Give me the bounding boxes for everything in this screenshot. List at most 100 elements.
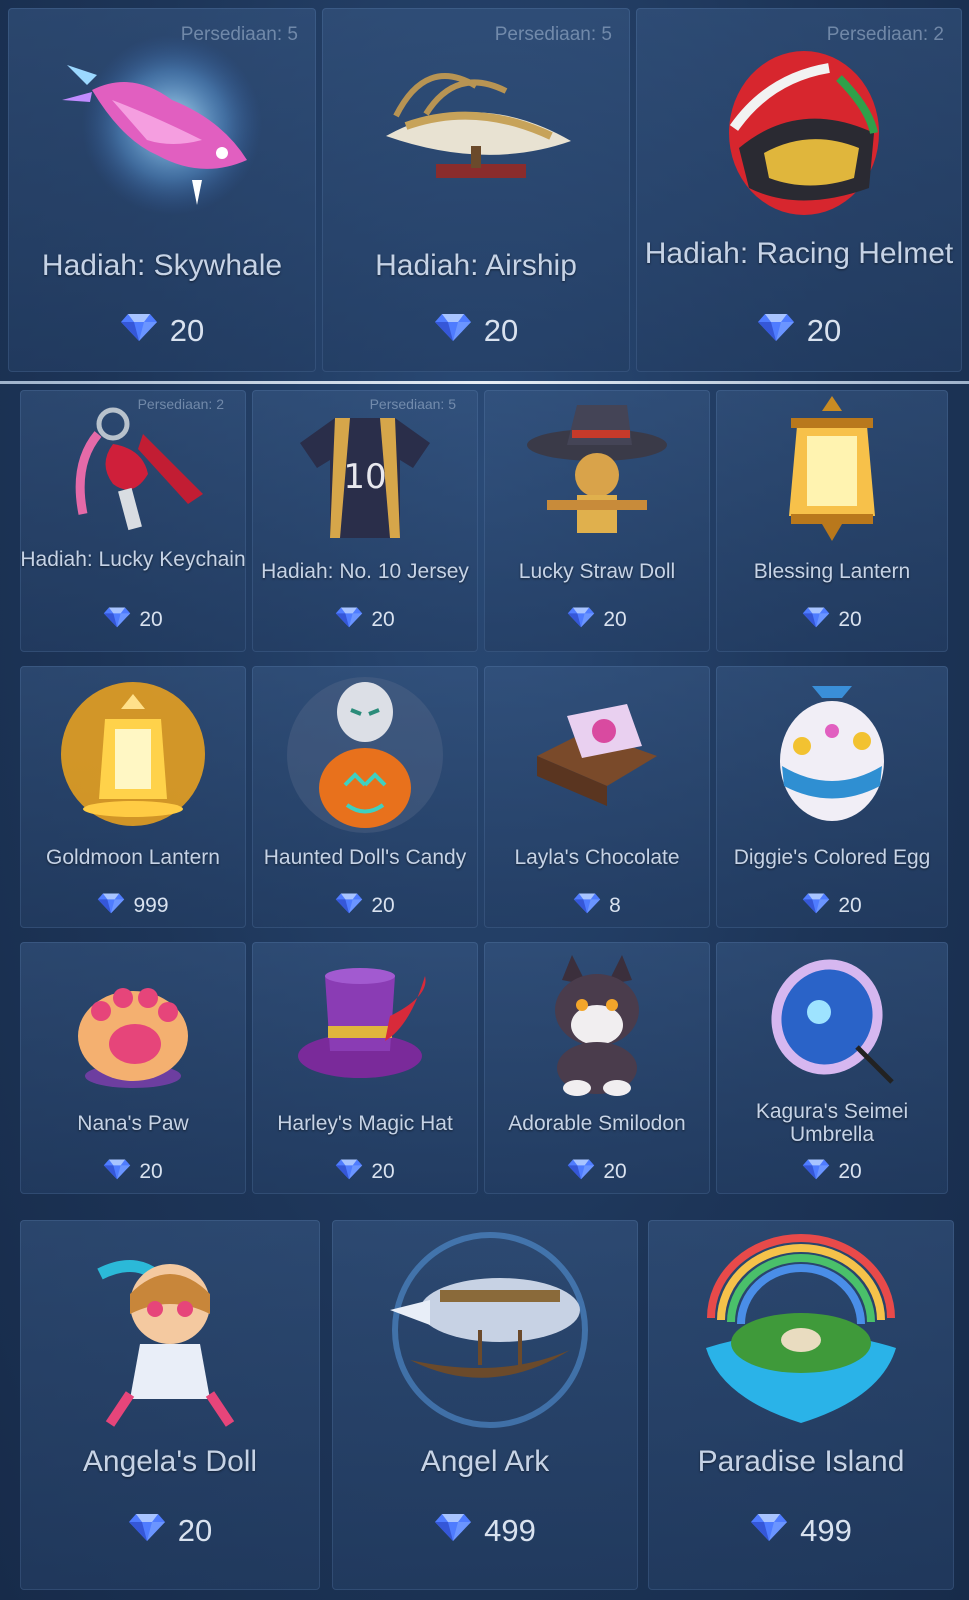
racing-helmet-icon — [709, 38, 889, 228]
gift-card-lucky-straw-doll[interactable]: Lucky Straw Doll 20 — [484, 390, 710, 652]
gift-card-goldmoon-lantern[interactable]: Goldmoon Lantern 999 — [20, 666, 246, 928]
gift-name: Diggie's Colored Egg — [733, 846, 931, 869]
diamond-icon — [434, 1512, 472, 1550]
gift-name: Hadiah: Racing Helmet — [644, 237, 954, 270]
gift-name: Angel Ark — [420, 1445, 550, 1478]
pumpkin-icon — [285, 670, 445, 840]
straw-doll-icon — [517, 400, 677, 550]
price-value: 20 — [603, 1160, 627, 1183]
gift-price[interactable]: 20 — [322, 312, 630, 350]
gift-price[interactable]: 20 — [252, 1158, 478, 1186]
gift-card-lucky-keychain[interactable]: Persediaan: 2 Hadiah: Lucky Keychain 20 — [20, 390, 246, 652]
gift-price[interactable]: 499 — [648, 1512, 954, 1550]
chocolate-icon — [527, 696, 667, 816]
diamond-icon — [757, 312, 795, 350]
gold-lantern-icon — [53, 674, 213, 834]
gift-price[interactable]: 20 — [20, 1512, 320, 1550]
price-value: 999 — [133, 894, 169, 917]
keychain-icon — [53, 404, 213, 544]
gift-name: Layla's Chocolate — [514, 846, 680, 869]
gift-card-harleys-magic-hat[interactable]: Harley's Magic Hat 20 — [252, 942, 478, 1194]
gift-price[interactable]: 20 — [484, 1158, 710, 1186]
diamond-icon — [103, 606, 131, 634]
gift-price[interactable]: 20 — [252, 606, 478, 634]
gift-price[interactable]: 20 — [8, 312, 316, 350]
gift-price[interactable]: 20 — [20, 1158, 246, 1186]
gift-name: Hadiah: No. 10 Jersey — [261, 560, 469, 583]
umbrella-icon — [757, 952, 907, 1092]
shop-screen: Persediaan: 5 Hadiah: Skywhale 20 Persed… — [0, 0, 969, 1600]
gift-price[interactable]: 20 — [636, 312, 962, 350]
gift-price[interactable]: 20 — [20, 606, 246, 634]
gift-price[interactable]: 20 — [716, 606, 948, 634]
gift-card-diggies-colored-egg[interactable]: Diggie's Colored Egg 20 — [716, 666, 948, 928]
skywhale-icon — [52, 30, 272, 220]
diamond-icon — [335, 892, 363, 920]
price-value: 20 — [139, 1160, 163, 1183]
gift-card-angelas-doll[interactable]: Angela's Doll 20 — [20, 1220, 320, 1590]
gift-name: Nana's Paw — [77, 1112, 189, 1135]
price-value: 20 — [371, 894, 395, 917]
diamond-icon — [335, 1158, 363, 1186]
gift-price[interactable]: 999 — [20, 892, 246, 920]
premium-gifts-section: Angela's Doll 20 Angel Ark 499 Paradise … — [0, 1204, 969, 1600]
lantern-icon — [777, 396, 887, 546]
gift-card-airship[interactable]: Persediaan: 5 Hadiah: Airship 20 — [322, 8, 630, 372]
gift-card-paradise-island[interactable]: Paradise Island 499 — [648, 1220, 954, 1590]
diamond-icon — [567, 606, 595, 634]
gift-card-skywhale[interactable]: Persediaan: 5 Hadiah: Skywhale 20 — [8, 8, 316, 372]
svg-text:10: 10 — [343, 457, 386, 497]
gift-card-angel-ark[interactable]: Angel Ark 499 — [332, 1220, 638, 1590]
gift-card-haunted-dolls-candy[interactable]: Haunted Doll's Candy 20 — [252, 666, 478, 928]
egg-icon — [762, 676, 902, 826]
gift-card-nanas-paw[interactable]: Nana's Paw 20 — [20, 942, 246, 1194]
smilodon-icon — [527, 950, 667, 1100]
gift-price[interactable]: 20 — [484, 606, 710, 634]
price-value: 20 — [371, 608, 395, 631]
gift-card-no10-jersey[interactable]: Persediaan: 5 10 Hadiah: No. 10 Jersey 2… — [252, 390, 478, 652]
gift-name: Angela's Doll — [82, 1445, 258, 1478]
gift-card-blessing-lantern[interactable]: Blessing Lantern 20 — [716, 390, 948, 652]
price-value: 499 — [800, 1513, 852, 1548]
gift-price[interactable]: 20 — [252, 892, 478, 920]
gift-card-kaguras-seimei-umbrella[interactable]: Kagura's Seimei Umbrella 20 — [716, 942, 948, 1194]
price-value: 20 — [838, 1160, 862, 1183]
price-value: 20 — [371, 1160, 395, 1183]
gift-name: Haunted Doll's Candy — [263, 846, 467, 869]
price-value: 20 — [806, 313, 842, 348]
price-value: 8 — [609, 894, 621, 917]
gift-price[interactable]: 8 — [484, 892, 710, 920]
stock-label: Persediaan: 5 — [494, 24, 612, 45]
diamond-icon — [97, 892, 125, 920]
gift-card-racing-helmet[interactable]: Persediaan: 2 Hadiah: Racing Helmet 20 — [636, 8, 962, 372]
airship-icon — [366, 46, 586, 216]
diamond-icon — [335, 606, 363, 634]
gift-name: Blessing Lantern — [753, 560, 911, 583]
angel-ark-icon — [370, 1230, 600, 1440]
price-value: 20 — [838, 894, 862, 917]
diamond-icon — [567, 1158, 595, 1186]
gift-name: Adorable Smilodon — [508, 1112, 686, 1135]
price-value: 20 — [139, 608, 163, 631]
gift-price[interactable]: 20 — [716, 892, 948, 920]
diamond-icon — [103, 1158, 131, 1186]
gift-name: Hadiah: Airship — [375, 249, 577, 282]
price-value: 20 — [603, 608, 627, 631]
gift-name: Hadiah: Skywhale — [41, 249, 283, 282]
diamond-icon — [802, 892, 830, 920]
jersey-icon: 10 — [295, 408, 435, 548]
gift-card-adorable-smilodon[interactable]: Adorable Smilodon 20 — [484, 942, 710, 1194]
diamond-icon — [128, 1512, 166, 1550]
gift-price[interactable]: 499 — [332, 1512, 638, 1550]
gift-card-laylas-chocolate[interactable]: Layla's Chocolate 8 — [484, 666, 710, 928]
gift-name: Kagura's Seimei Umbrella — [755, 1100, 909, 1146]
gift-name: Goldmoon Lantern — [46, 846, 220, 869]
gift-name: Paradise Island — [697, 1445, 905, 1478]
diamond-icon — [802, 1158, 830, 1186]
gift-name: Lucky Straw Doll — [518, 560, 676, 583]
price-value: 20 — [483, 313, 519, 348]
price-value: 499 — [484, 1513, 536, 1548]
diamond-icon — [802, 606, 830, 634]
diamond-icon — [434, 312, 472, 350]
gift-price[interactable]: 20 — [716, 1158, 948, 1186]
